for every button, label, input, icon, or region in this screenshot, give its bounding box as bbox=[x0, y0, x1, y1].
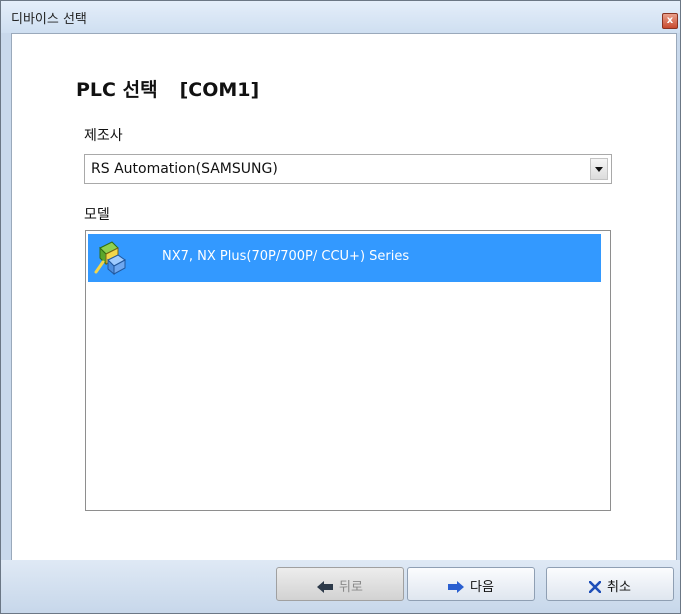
window-title: 디바이스 선택 bbox=[11, 12, 87, 27]
device-select-dialog: 디바이스 선택 x PLC 선택 [COM1] 제조사 RS Automation… bbox=[0, 0, 681, 614]
next-button-label: 다음 bbox=[470, 580, 494, 595]
back-button-label: 뒤로 bbox=[339, 580, 363, 595]
left-arrow-icon bbox=[317, 581, 334, 593]
port-label: [COM1] bbox=[179, 79, 260, 101]
model-label: 모델 bbox=[84, 207, 110, 223]
title-bar: 디바이스 선택 x bbox=[1, 1, 680, 33]
manufacturer-dropdown[interactable]: RS Automation(SAMSUNG) bbox=[84, 154, 612, 184]
page-title-text: PLC 선택 bbox=[76, 79, 158, 101]
model-list[interactable]: NX7, NX Plus(70P/700P/ CCU+) Series bbox=[85, 230, 611, 511]
cancel-button[interactable]: 취소 bbox=[546, 567, 674, 601]
next-button[interactable]: 다음 bbox=[407, 567, 535, 601]
manufacturer-value: RS Automation(SAMSUNG) bbox=[91, 161, 278, 177]
model-item-label: NX7, NX Plus(70P/700P/ CCU+) Series bbox=[162, 249, 410, 264]
chevron-down-icon[interactable] bbox=[590, 158, 608, 180]
back-button[interactable]: 뒤로 bbox=[276, 567, 404, 601]
x-icon bbox=[588, 580, 602, 594]
cancel-button-label: 취소 bbox=[607, 580, 631, 595]
content-panel: PLC 선택 [COM1] 제조사 RS Automation(SAMSUNG) … bbox=[11, 33, 677, 561]
manufacturer-label: 제조사 bbox=[84, 128, 123, 144]
right-arrow-icon bbox=[448, 581, 465, 593]
list-item[interactable]: NX7, NX Plus(70P/700P/ CCU+) Series bbox=[88, 234, 601, 282]
page-title: PLC 선택 [COM1] bbox=[76, 75, 259, 102]
close-button[interactable]: x bbox=[662, 13, 678, 29]
plc-device-icon bbox=[94, 241, 126, 276]
